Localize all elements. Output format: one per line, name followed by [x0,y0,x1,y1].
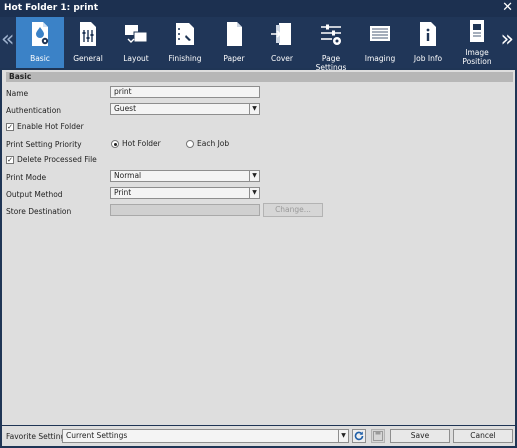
scroll-right-icon[interactable]: » [501,29,514,51]
tab-paper[interactable]: Paper [210,17,258,68]
print-setting-priority-label: Print Setting Priority [6,140,82,149]
delete-processed-file-checkbox[interactable]: ✓ Delete Processed File [6,155,97,164]
radio-label: Each Job [197,139,230,148]
tab-image-position[interactable]: Image Position [452,17,502,68]
tab-bar: « Basic General Layout Finishing Paper C… [0,17,517,72]
cancel-button[interactable]: Cancel [453,429,513,443]
tab-label: Basic [30,54,50,63]
enable-hot-folder-checkbox[interactable]: ✓ Enable Hot Folder [6,122,84,131]
output-method-select[interactable]: Print ▼ [110,187,260,199]
tab-finishing[interactable]: Finishing [160,17,210,68]
footer-bar: Favorite Setting Current Settings ▼ Save… [2,426,515,446]
tab-layout[interactable]: Layout [112,17,160,68]
tab-label: Layout [123,54,149,63]
store-destination-label: Store Destination [6,207,72,216]
radio-unselected-icon [186,140,194,148]
change-button[interactable]: Change... [263,203,323,217]
refresh-icon [354,431,364,441]
tab-label: Image Position [462,48,492,66]
tab-label: Paper [223,54,245,63]
job-info-icon [420,22,436,46]
tab-label: Imaging [364,54,396,63]
favorite-setting-select[interactable]: Current Settings ▼ [62,429,349,443]
print-mode-label: Print Mode [6,173,47,182]
name-label: Name [6,89,29,98]
name-input[interactable]: print [110,86,260,98]
print-mode-value: Normal [114,171,142,180]
output-method-label: Output Method [6,190,63,199]
basic-settings-icon [32,22,49,46]
tab-imaging[interactable]: Imaging [356,17,404,68]
finishing-icon [176,23,194,45]
imaging-icon [370,26,390,41]
radio-each-job[interactable]: Each Job [186,139,229,148]
floppy-disk-icon [373,431,383,441]
section-header: Basic [6,72,513,82]
checkbox-checked-icon: ✓ [6,156,14,164]
tab-general[interactable]: General [64,17,112,68]
favorite-setting-value: Current Settings [66,431,128,440]
radio-selected-icon [111,140,119,148]
title-bar: Hot Folder 1: print ✕ [0,0,517,17]
cover-icon [271,23,291,45]
authentication-label: Authentication [6,106,62,115]
scroll-left-icon[interactable]: « [1,29,14,51]
authentication-select[interactable]: Guest ▼ [110,103,260,115]
chevron-down-icon: ▼ [338,430,348,442]
tab-label: Cover [271,54,293,63]
chevron-down-icon: ▼ [249,104,259,114]
page-settings-icon [321,24,341,45]
radio-label: Hot Folder [122,139,161,148]
layout-icon [125,25,148,43]
enable-hot-folder-label: Enable Hot Folder [17,122,84,131]
delete-processed-file-label: Delete Processed File [17,155,97,164]
window-title: Hot Folder 1: print [4,3,98,13]
refresh-button[interactable] [352,429,366,443]
checkbox-checked-icon: ✓ [6,123,14,131]
tab-label: General [73,54,103,63]
chevron-down-icon: ▼ [249,171,259,181]
tab-job-info[interactable]: Job Info [404,17,452,68]
settings-panel: Basic Name print Authentication Guest ▼ … [2,70,515,425]
tab-page-settings[interactable]: Page Settings [306,17,356,72]
tab-label: Finishing [168,54,202,63]
authentication-value: Guest [114,104,137,113]
store-destination-input[interactable] [110,204,260,216]
output-method-value: Print [114,188,132,197]
image-position-icon [470,20,484,42]
close-icon[interactable]: ✕ [502,1,513,15]
save-button[interactable]: Save [390,429,450,443]
tab-cover[interactable]: Cover [258,17,306,68]
print-mode-select[interactable]: Normal ▼ [110,170,260,182]
save-favorite-button[interactable] [371,429,385,443]
paper-icon [227,22,242,46]
tab-label: Job Info [413,54,443,63]
hot-folder-window: Hot Folder 1: print ✕ « Basic General La… [0,0,517,448]
favorite-setting-label: Favorite Setting [6,432,66,441]
chevron-down-icon: ▼ [249,188,259,198]
general-settings-icon [80,22,96,46]
radio-hot-folder[interactable]: Hot Folder [111,139,161,148]
tab-basic[interactable]: Basic [16,17,64,68]
